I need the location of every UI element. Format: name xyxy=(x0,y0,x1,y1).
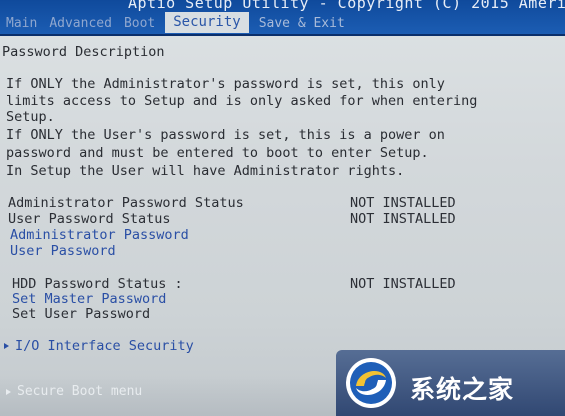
tab-bar: Main Advanced Boot Security Save & Exit xyxy=(0,12,351,33)
user-password-status-value: NOT INSTALLED xyxy=(350,211,456,227)
description-heading: Password Description xyxy=(2,44,165,60)
hdd-password-status-label: HDD Password Status : xyxy=(12,276,183,292)
watermark-logo-icon xyxy=(346,358,396,408)
bios-screen: Aptio Setup Utility - Copyright (C) 2015… xyxy=(0,0,565,416)
secure-boot-menu-item[interactable]: Secure Boot menu xyxy=(6,384,142,399)
description-line: limits access to Setup and is only asked… xyxy=(6,93,478,109)
set-master-password-item[interactable]: Set Master Password xyxy=(12,291,166,307)
submenu-arrow-icon xyxy=(4,343,9,349)
tab-advanced[interactable]: Advanced xyxy=(43,14,118,33)
user-password-item[interactable]: User Password xyxy=(10,243,116,259)
tab-save-exit[interactable]: Save & Exit xyxy=(253,14,351,33)
tab-security[interactable]: Security xyxy=(165,12,249,33)
description-line: Setup. xyxy=(6,109,55,125)
description-line: password and must be entered to boot to … xyxy=(6,145,429,161)
tab-boot[interactable]: Boot xyxy=(118,14,161,33)
hdd-password-status-value: NOT INSTALLED xyxy=(350,276,456,292)
header-bar: Aptio Setup Utility - Copyright (C) 2015… xyxy=(0,0,565,36)
admin-password-status-label: Administrator Password Status xyxy=(8,195,244,211)
description-line: In Setup the User will have Administrato… xyxy=(6,163,405,179)
watermark-text: 系统之家 xyxy=(410,375,515,404)
secure-boot-menu-label: Secure Boot menu xyxy=(17,384,143,399)
io-interface-security-label: I/O Interface Security xyxy=(15,338,194,354)
description-line: If ONLY the Administrator's password is … xyxy=(6,76,445,92)
set-user-password-item[interactable]: Set User Password xyxy=(12,306,150,322)
io-interface-security-item[interactable]: I/O Interface Security xyxy=(4,338,194,354)
user-password-status-label: User Password Status xyxy=(8,211,171,227)
tab-main[interactable]: Main xyxy=(0,14,43,33)
description-line: If ONLY the User's password is set, this… xyxy=(6,127,445,143)
admin-password-status-value: NOT INSTALLED xyxy=(350,195,456,211)
app-title: Aptio Setup Utility - Copyright (C) 2015… xyxy=(128,0,565,12)
submenu-arrow-icon xyxy=(6,388,11,395)
administrator-password-item[interactable]: Administrator Password xyxy=(10,227,189,243)
